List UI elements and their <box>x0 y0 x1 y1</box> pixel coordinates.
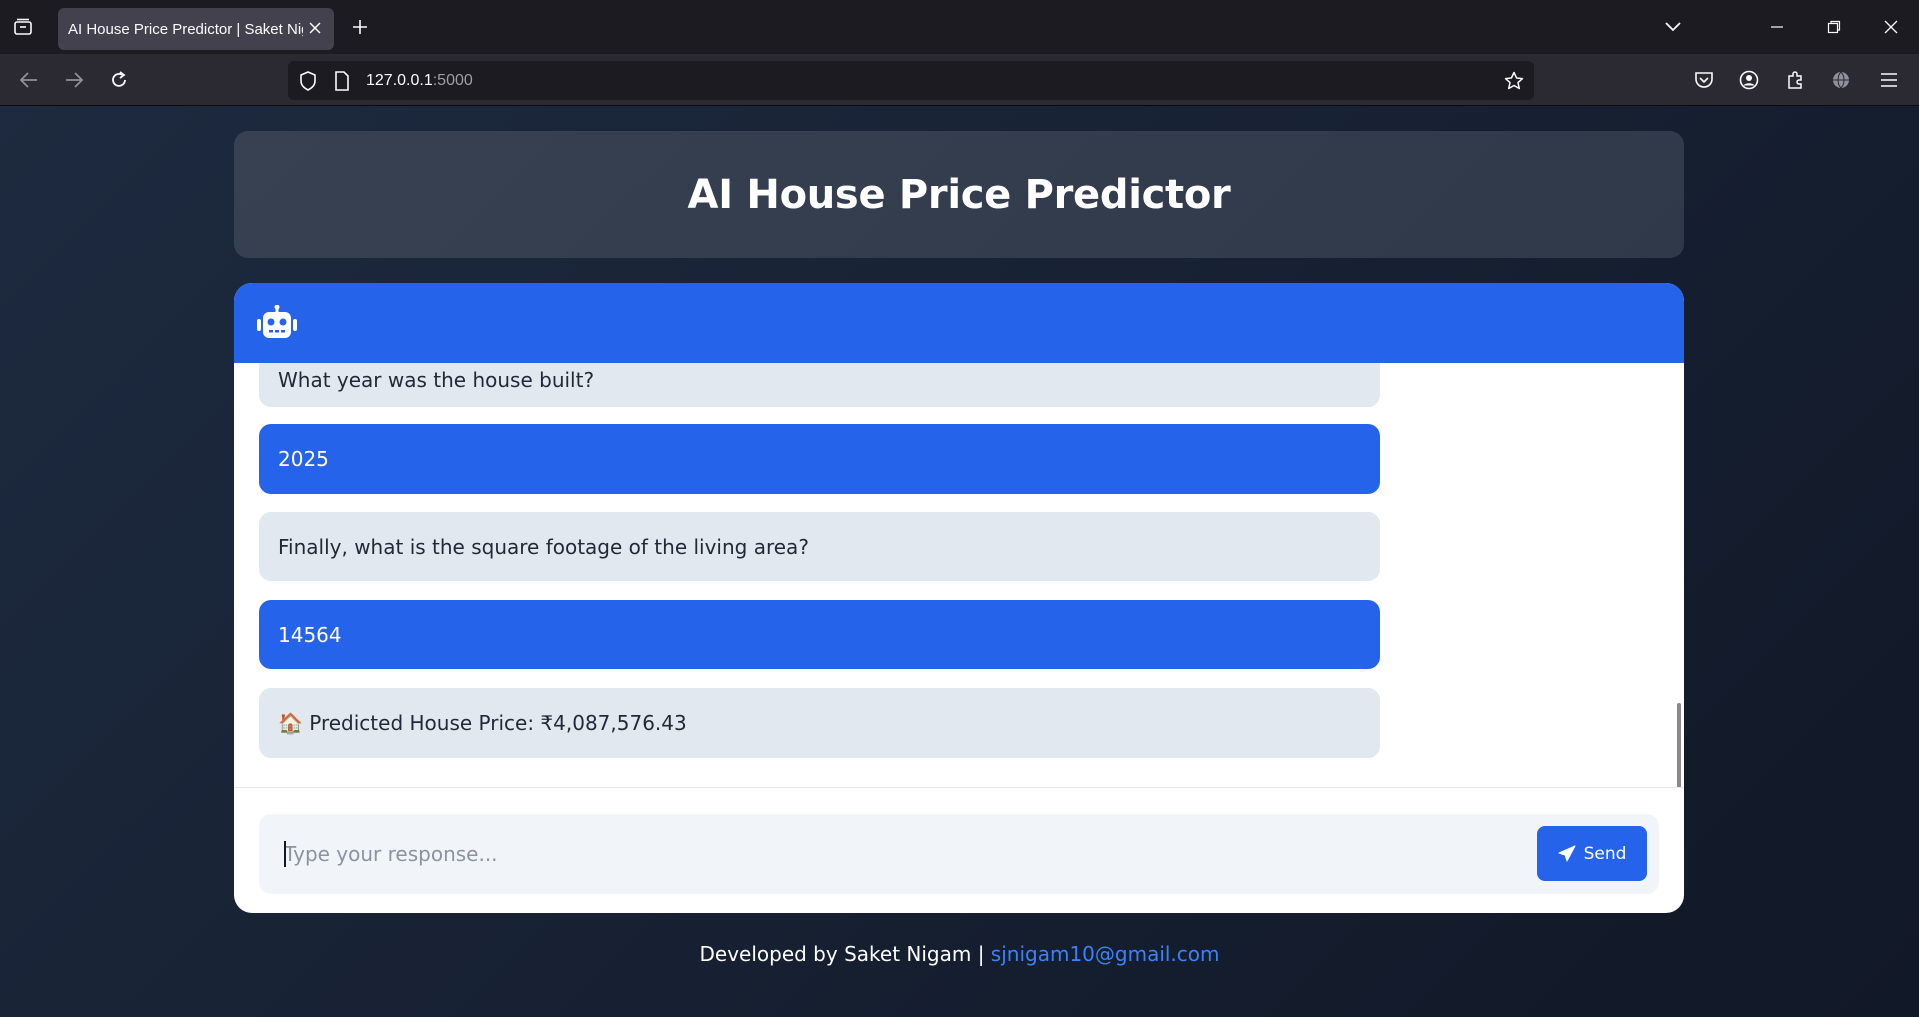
send-button[interactable]: Send <box>1537 826 1647 881</box>
reload-icon[interactable] <box>106 67 132 93</box>
tab-title: AI House Price Predictor | Saket Nigam <box>68 20 303 38</box>
pocket-icon[interactable] <box>1691 67 1717 93</box>
chevron-down-icon[interactable] <box>1660 14 1686 40</box>
minimize-icon[interactable] <box>1764 14 1790 40</box>
scrollbar-thumb[interactable] <box>1677 703 1681 787</box>
shield-icon[interactable] <box>297 70 319 92</box>
browser-nav-bar: 127.0.0.1:5000 <box>0 54 1919 106</box>
menu-icon[interactable] <box>1876 67 1902 93</box>
response-input[interactable] <box>259 814 1529 894</box>
url-bar[interactable]: 127.0.0.1:5000 <box>288 61 1534 100</box>
bot-message: What year was the house built? <box>259 363 1380 407</box>
bot-message: Finally, what is the square footage of t… <box>259 512 1380 581</box>
account-icon[interactable] <box>1736 67 1762 93</box>
user-message: 14564 <box>259 600 1380 669</box>
message-list[interactable]: What year was the house built? 2025 Fina… <box>234 363 1684 787</box>
url-text[interactable]: 127.0.0.1:5000 <box>366 72 473 90</box>
prediction-message: 🏠 Predicted House Price: ₹4,087,576.43 <box>259 688 1380 758</box>
footer-credit: Developed by Saket Nigam | <box>699 942 991 966</box>
page-title: AI House Price Predictor <box>687 171 1231 218</box>
text-caret <box>284 841 286 867</box>
url-port: :5000 <box>432 72 473 89</box>
back-arrow-icon[interactable] <box>16 67 42 93</box>
tab-list-icon[interactable] <box>10 15 36 39</box>
chat-header <box>234 283 1684 363</box>
paper-plane-icon <box>1558 845 1576 861</box>
send-button-label: Send <box>1583 843 1627 864</box>
url-host: 127.0.0.1 <box>366 72 433 89</box>
browser-tab[interactable]: AI House Price Predictor | Saket Nigam <box>58 8 334 50</box>
close-icon[interactable] <box>306 19 324 37</box>
input-area: Send <box>259 814 1659 894</box>
page-icon <box>331 70 353 92</box>
robot-icon <box>257 305 297 338</box>
globe-icon[interactable] <box>1828 67 1854 93</box>
chat-card: What year was the house built? 2025 Fina… <box>234 283 1684 913</box>
extensions-icon[interactable] <box>1782 67 1808 93</box>
header-card: AI House Price Predictor <box>234 131 1684 258</box>
divider <box>234 787 1684 788</box>
footer-email-link[interactable]: sjnigam10@gmail.com <box>991 942 1220 966</box>
close-window-icon[interactable] <box>1878 14 1904 40</box>
forward-arrow-icon[interactable] <box>61 67 87 93</box>
page: AI House Price Predictor What year was t… <box>0 106 1919 1017</box>
footer: Developed by Saket Nigam | sjnigam10@gma… <box>0 942 1919 966</box>
user-message: 2025 <box>259 424 1380 494</box>
star-icon[interactable] <box>1503 70 1525 92</box>
plus-icon[interactable] <box>348 15 372 39</box>
browser-tab-bar: AI House Price Predictor | Saket Nigam <box>0 0 1919 54</box>
restore-icon[interactable] <box>1821 14 1847 40</box>
